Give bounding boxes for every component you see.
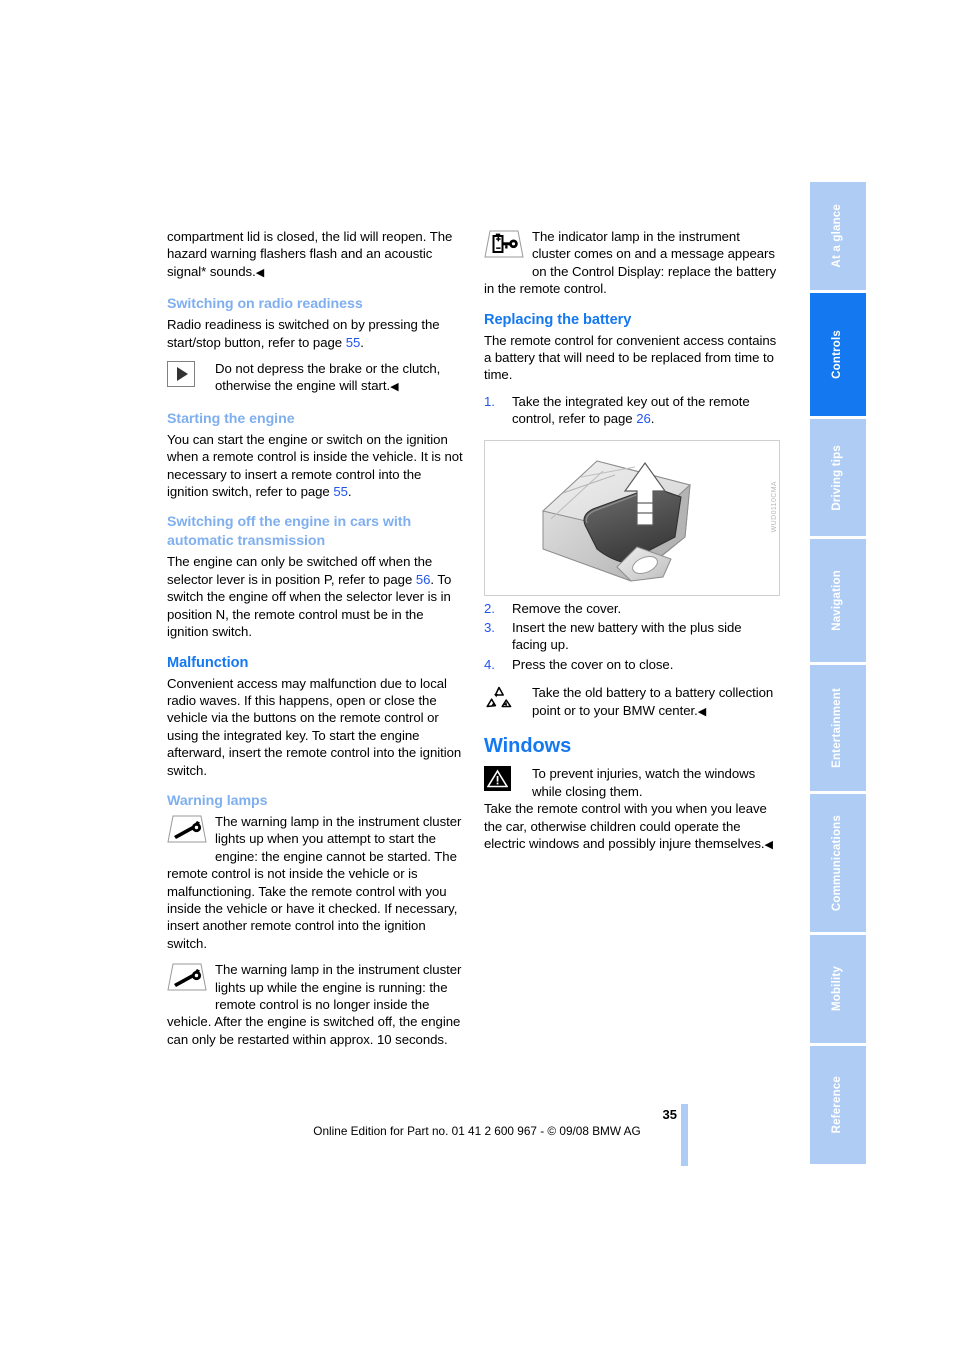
tab-label: Controls	[831, 330, 844, 380]
figure-code: WUD0110CMA	[771, 481, 778, 533]
replacing-battery-paragraph: The remote control for convenient access…	[484, 332, 777, 383]
heading-replacing-the-battery: Replacing the battery	[484, 311, 632, 328]
note-recycle-battery: Take the old battery to a battery collec…	[484, 684, 780, 721]
list-item: 3. Insert the new battery with the plus s…	[484, 619, 780, 654]
end-of-section-marker: ◀	[764, 838, 773, 851]
end-of-section-marker: ◀	[697, 705, 707, 718]
malfunction-paragraph: Convenient access may malfunction due to…	[167, 675, 462, 778]
tab-label: Communications	[831, 814, 844, 911]
starting-engine-paragraph: You can start the engine or switch on th…	[167, 431, 463, 501]
radio-readiness-paragraph: Radio readiness is switched on by pressi…	[167, 316, 463, 351]
recycle-note-text: Take the old battery to a battery collec…	[532, 685, 774, 718]
paragraph-text-end: .	[347, 484, 352, 500]
step-text: Insert the new battery with the plus sid…	[512, 620, 742, 653]
note-warning-lamp-engine-start: The warning lamp in the instrument clust…	[167, 813, 463, 952]
tab-at-a-glance[interactable]: At a glance	[810, 182, 866, 291]
end-of-section-marker: ◀	[255, 266, 265, 279]
tab-entertainment[interactable]: Entertainment	[810, 664, 866, 791]
battery-key-indicator-icon	[484, 229, 532, 263]
page-reference-link[interactable]: 55	[333, 484, 348, 499]
manual-page: At a glance Controls Driving tips Naviga…	[0, 0, 954, 1350]
warning-lamp-key-icon	[167, 962, 215, 996]
heading-starting-the-engine: Starting the engine	[167, 410, 295, 427]
continued-paragraph: compartment lid is closed, the lid will …	[167, 228, 463, 282]
recycle-icon	[484, 685, 532, 719]
tab-label: At a glance	[831, 204, 844, 268]
list-item: 4. Press the cover on to close.	[484, 656, 780, 673]
paragraph-text: Take the remote control with you when yo…	[484, 801, 767, 851]
left-text-column: compartment lid is closed, the lid will …	[167, 228, 463, 1048]
list-item: 1. Take the integrated key out of the rem…	[484, 393, 780, 428]
note-indicator-lamp-battery: The indicator lamp in the instrument clu…	[484, 228, 780, 298]
warning-lamp-key-icon	[167, 814, 215, 848]
paragraph-text: Radio readiness is switched on by pressi…	[167, 317, 440, 350]
paragraph-text: The engine can only be switched off when…	[167, 554, 433, 587]
switching-off-paragraph: The engine can only be switched off when…	[167, 553, 463, 640]
page-number: 35	[662, 1107, 677, 1122]
step-text: Take the integrated key out of the remot…	[512, 393, 750, 427]
footer-text: Online Edition for Part no. 01 41 2 600 …	[313, 1124, 641, 1138]
paragraph-text-end: .	[360, 334, 364, 350]
continued-paragraph-text: compartment lid is closed, the lid will …	[167, 229, 453, 279]
heading-switching-off-engine-automatic: Switching off the engine in cars with au…	[167, 514, 412, 550]
list-item: 2. Remove the cover.	[484, 600, 780, 617]
heading-windows: Windows	[484, 735, 572, 758]
tab-mobility[interactable]: Mobility	[810, 934, 866, 1043]
step-number: 3.	[484, 620, 495, 636]
tab-communications[interactable]: Communications	[810, 793, 866, 932]
step-number: 2.	[484, 600, 495, 616]
paragraph-text: You can start the engine or switch on th…	[167, 431, 463, 500]
step-number: 4.	[484, 656, 495, 672]
heading-malfunction: Malfunction	[167, 654, 249, 671]
section-tab-rail: At a glance Controls Driving tips Naviga…	[810, 182, 866, 1167]
page-reference-link[interactable]: 56	[416, 572, 431, 587]
tab-controls[interactable]: Controls	[810, 293, 866, 417]
step-text-end: .	[650, 411, 655, 427]
end-of-section-marker: ◀	[390, 381, 399, 394]
page-reference-link[interactable]: 26	[636, 411, 651, 426]
tab-navigation[interactable]: Navigation	[810, 538, 866, 662]
play-triangle-icon	[167, 361, 215, 395]
battery-steps-before-figure: 1. Take the integrated key out of the rem…	[484, 393, 780, 428]
warning-triangle-icon	[484, 766, 532, 800]
tab-label: Mobility	[831, 966, 844, 1012]
windows-paragraph: Take the remote control with you when yo…	[484, 800, 780, 854]
tab-label: Driving tips	[831, 444, 844, 511]
battery-steps-after-figure: 2. Remove the cover. 3. Insert the new bat…	[484, 600, 780, 674]
page-reference-link[interactable]: 55	[346, 335, 361, 350]
step-text: Press the cover on to close.	[512, 656, 674, 672]
tab-driving-tips[interactable]: Driving tips	[810, 419, 866, 536]
note-radio-readiness: Do not depress the brake or the clutch, …	[167, 360, 463, 397]
remote-control-cover-removal-figure: WUD0110CMA	[484, 440, 780, 596]
heading-switching-on-radio-readiness: Switching on radio readiness	[167, 296, 363, 313]
note-text: Do not depress the brake or the clutch, …	[215, 361, 441, 394]
heading-warning-lamps: Warning lamps	[167, 792, 268, 809]
note-warning-lamp-engine-running: The warning lamp in the instrument clust…	[167, 961, 463, 1048]
tab-label: Entertainment	[831, 687, 844, 768]
note-windows-warning: To prevent injuries, watch the windows w…	[484, 765, 780, 800]
step-text: Remove the cover.	[512, 600, 622, 616]
step-number: 1.	[484, 393, 495, 409]
tab-label: Navigation	[831, 569, 844, 631]
tab-reference[interactable]: Reference	[810, 1045, 866, 1164]
